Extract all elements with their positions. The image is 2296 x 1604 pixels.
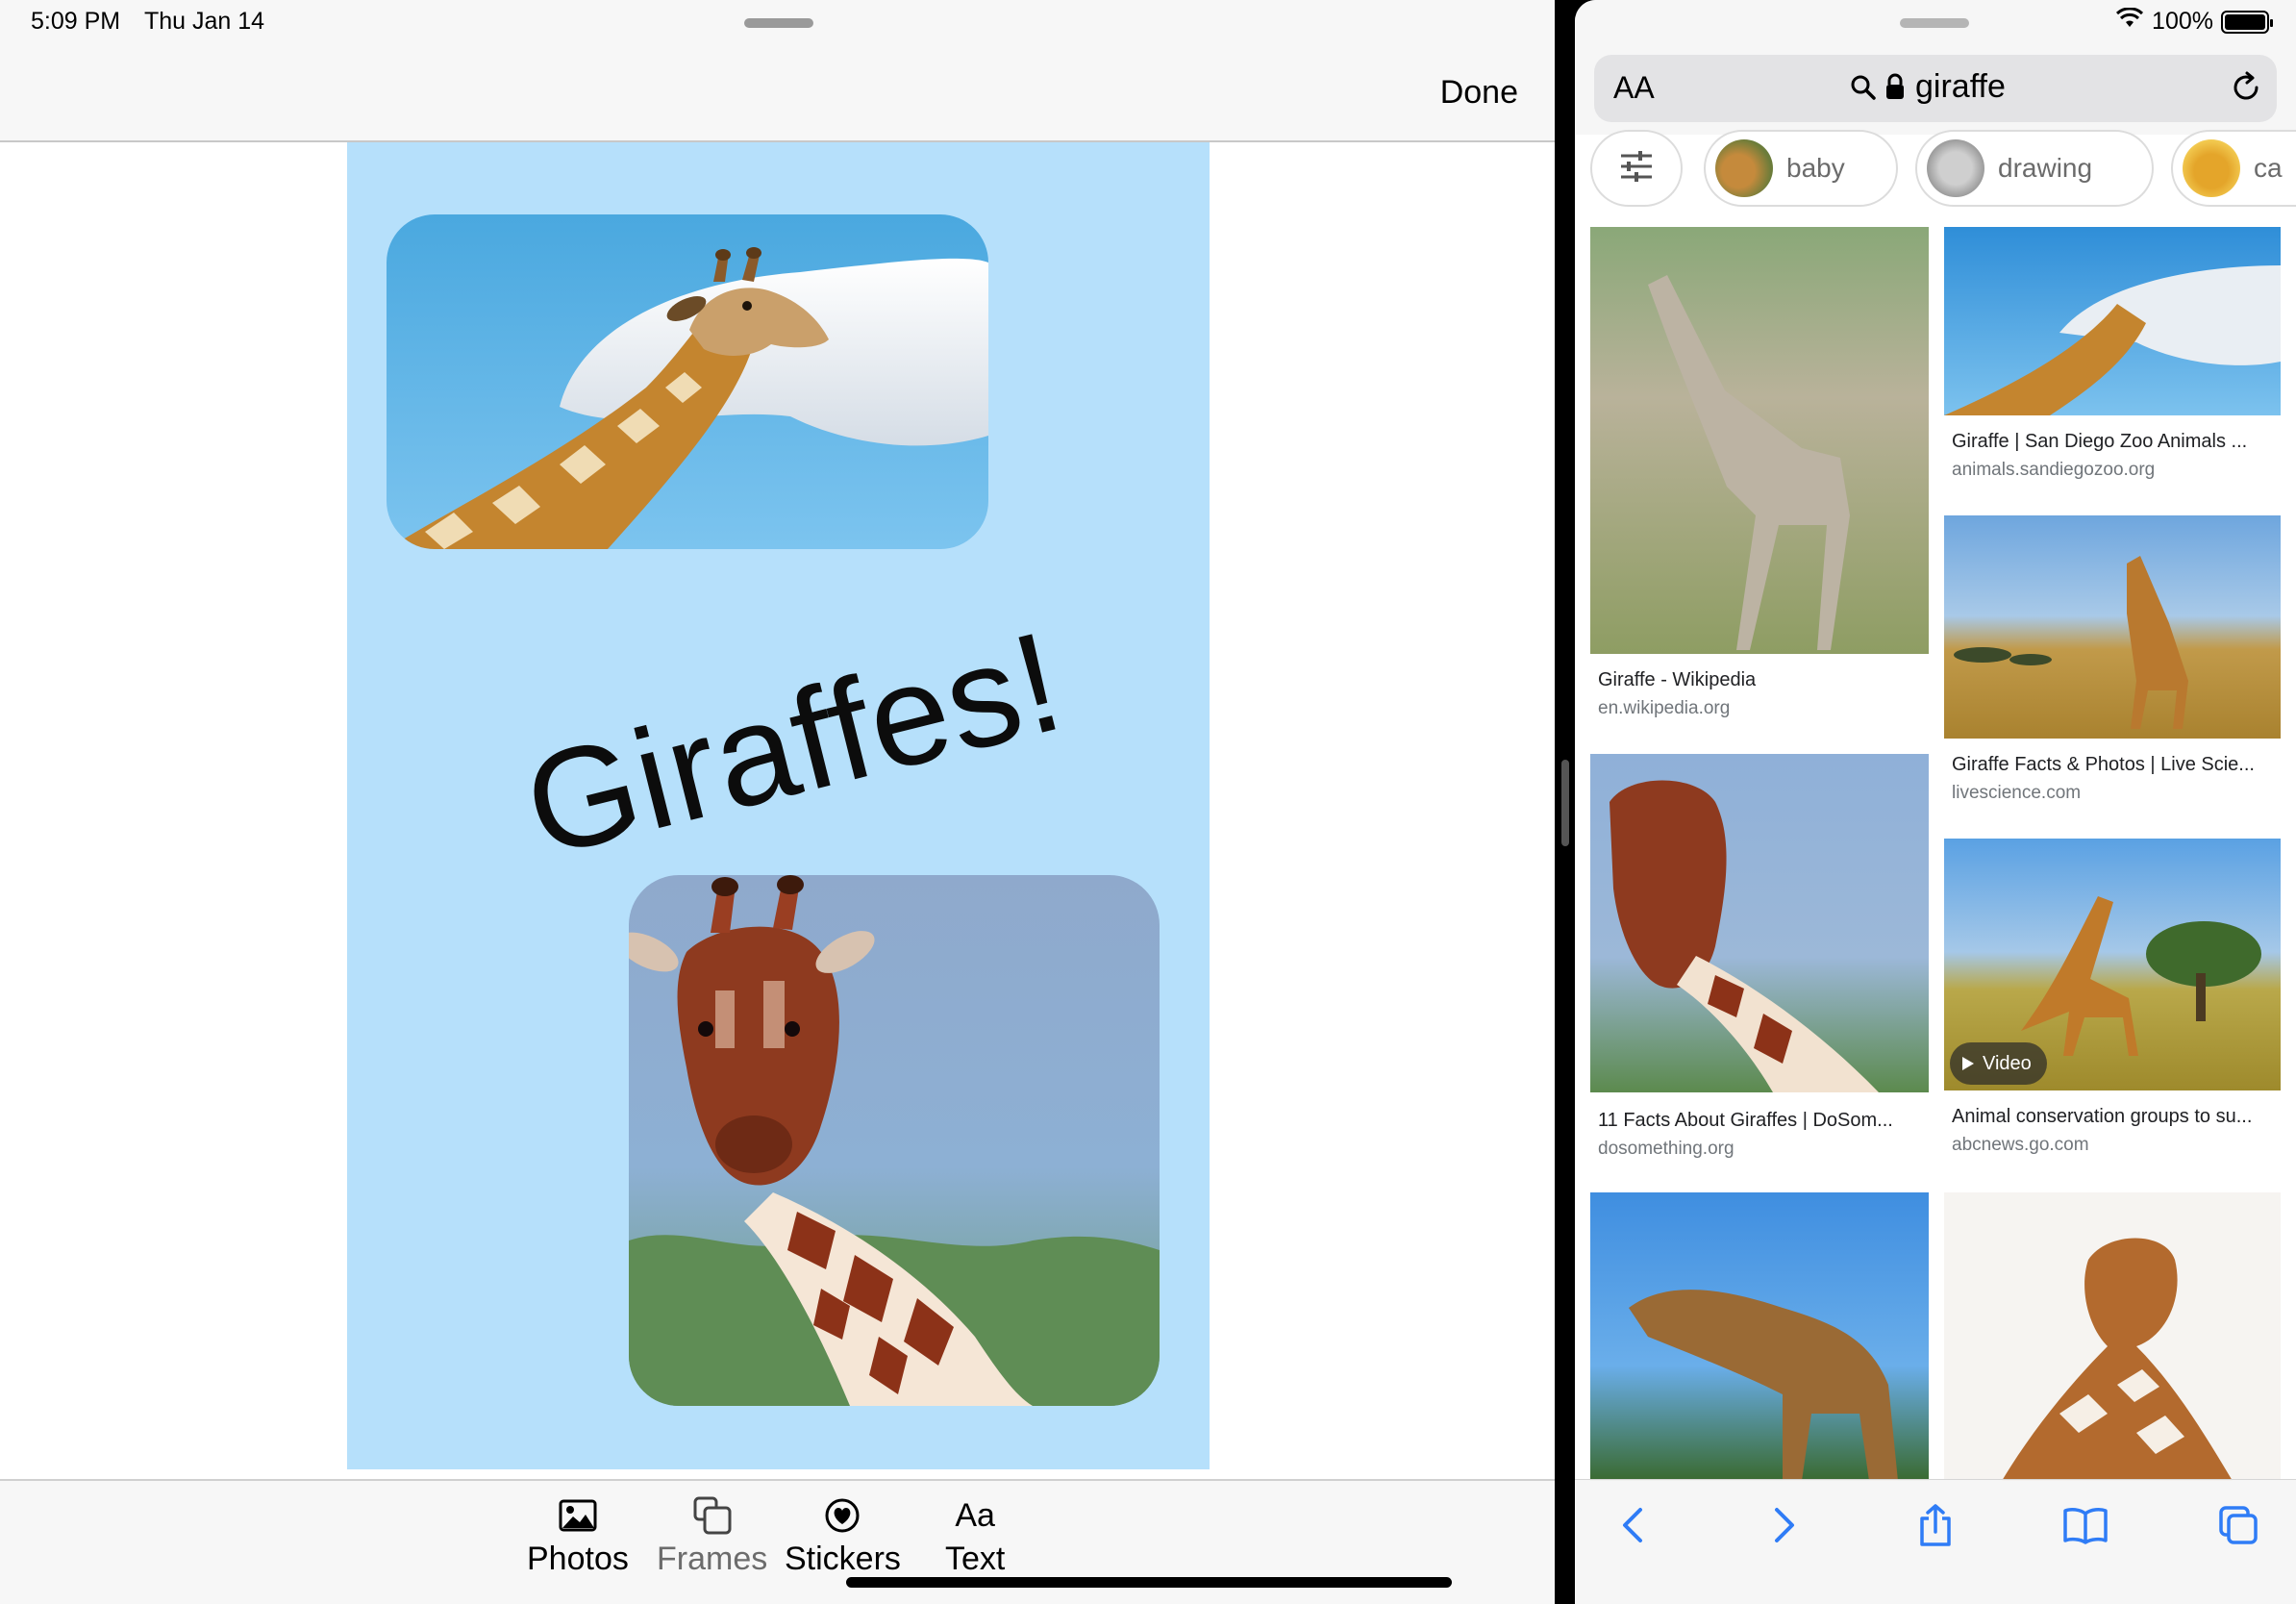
tabs-button[interactable] [2214,1503,2262,1551]
image-result[interactable]: Video Animal conservation groups to su..… [1944,839,2281,1165]
chevron-right-icon [1773,1506,1796,1549]
editor-app: 5:09 PM Thu Jan 14 Done Giraffes! Photos… [0,0,1555,1604]
status-time: 5:09 PM [31,8,121,35]
bookmarks-button[interactable] [2061,1503,2109,1551]
image-result[interactable]: Giraffe Facts & Photos | Live Scie... li… [1944,515,2281,804]
result-title: Animal conservation groups to su... [1952,1106,2253,1127]
result-thumbnail [1590,227,1929,654]
image-result[interactable] [1590,1192,1929,1481]
sticker-icon [819,1494,865,1537]
result-title: Giraffe - Wikipedia [1598,669,1757,690]
result-thumbnail [1944,1192,2281,1481]
text-tool-button[interactable]: Aa Text [945,1494,1005,1578]
photos-tool-label: Photos [527,1541,629,1577]
back-button[interactable] [1609,1503,1657,1551]
book-icon [2062,1506,2109,1549]
status-indicators: 100% [2115,7,2273,36]
result-thumbnail [1944,515,2281,739]
image-result[interactable]: Giraffe | San Diego Zoo Animals ... anim… [1944,227,2281,487]
frames-icon [689,1494,736,1537]
address-bar[interactable]: AA giraffe [1594,55,2277,122]
status-date: Thu Jan 14 [144,8,265,35]
share-icon [1916,1503,1955,1552]
reload-icon[interactable] [2229,70,2263,110]
image-result[interactable]: 11 Facts About Giraffes | DoSom... dosom… [1590,754,1929,1159]
giraffe-portrait-photo[interactable] [629,875,1160,1406]
wifi-icon [2115,7,2144,36]
magnifier-icon [1850,74,1877,106]
frames-tool-label: Frames [657,1541,768,1577]
result-title: Giraffe Facts & Photos | Live Scie... [1952,754,2255,775]
photos-tool-button[interactable]: Photos [527,1494,629,1578]
video-badge: Video [1950,1042,2047,1085]
url-text: giraffe [1915,68,2006,105]
text-tool-label: Text [945,1541,1006,1577]
filter-chip[interactable] [1590,130,1683,207]
chevron-left-icon [1621,1506,1644,1549]
lock-icon [1884,72,1906,106]
frames-tool-button[interactable]: Frames [657,1494,767,1578]
editor-header: 5:09 PM Thu Jan 14 Done [0,0,1555,142]
image-results-grid: Giraffe - Wikipedia en.wikipedia.org 11 … [1575,221,2296,1491]
result-domain: en.wikipedia.org [1598,698,1731,718]
collage-canvas[interactable]: Giraffes! [347,142,1210,1469]
result-thumbnail [1590,754,1929,1092]
result-thumbnail: Video [1944,839,2281,1090]
safari-top-bar: 100% AA giraffe [1575,0,2296,135]
tabs-icon [2217,1504,2259,1551]
image-result[interactable] [1944,1192,2281,1481]
chip-cartoon[interactable]: ca [2171,130,2296,207]
image-result[interactable]: Giraffe - Wikipedia en.wikipedia.org [1590,227,1929,718]
video-badge-label: Video [1983,1052,2032,1074]
result-title: Giraffe | San Diego Zoo Animals ... [1952,431,2248,452]
safari-bottom-toolbar [1575,1479,2296,1604]
chip-label: baby [1786,153,1845,183]
chip-label: drawing [1998,153,2093,183]
result-thumbnail [1944,227,2281,415]
stickers-tool-button[interactable]: Stickers [785,1494,901,1578]
safari-app: 100% AA giraffe baby drawing ca Giraffe … [1575,0,2296,1604]
done-button[interactable]: Done [1440,74,1518,112]
result-domain: dosomething.org [1598,1139,1734,1159]
text-aa-glyph: Aa [955,1497,995,1534]
stickers-tool-label: Stickers [785,1541,901,1577]
split-view-divider-handle[interactable] [1561,760,1569,846]
result-domain: abcnews.go.com [1952,1135,2089,1155]
chip-label: ca [2254,153,2283,183]
multitasking-grabber[interactable] [744,18,813,28]
related-search-chips: baby drawing ca [1575,130,2296,209]
text-size-button[interactable]: AA [1613,70,1655,106]
photo-icon [555,1494,601,1537]
play-icon [1962,1057,1974,1070]
result-title: 11 Facts About Giraffes | DoSom... [1598,1110,1893,1131]
sliders-icon [1617,147,1656,190]
chip-cartoon-thumbnail [2183,139,2240,197]
battery-percent: 100% [2152,8,2213,35]
giraffe-sky-photo[interactable] [387,214,988,549]
text-aa-icon: Aa [952,1494,998,1537]
chip-drawing[interactable]: drawing [1915,130,2154,207]
home-indicator[interactable] [846,1577,1452,1588]
giraffes-text-sticker[interactable]: Giraffes! [510,600,1077,890]
chip-drawing-thumbnail [1927,139,1984,197]
chip-baby[interactable]: baby [1704,130,1898,207]
result-domain: animals.sandiegozoo.org [1952,460,2156,480]
share-button[interactable] [1911,1503,1959,1551]
multitasking-grabber-right[interactable] [1900,18,1969,28]
chip-baby-thumbnail [1715,139,1773,197]
result-thumbnail [1590,1192,1929,1481]
battery-icon [2221,10,2273,34]
forward-button[interactable] [1760,1503,1809,1551]
result-domain: livescience.com [1952,783,2082,803]
